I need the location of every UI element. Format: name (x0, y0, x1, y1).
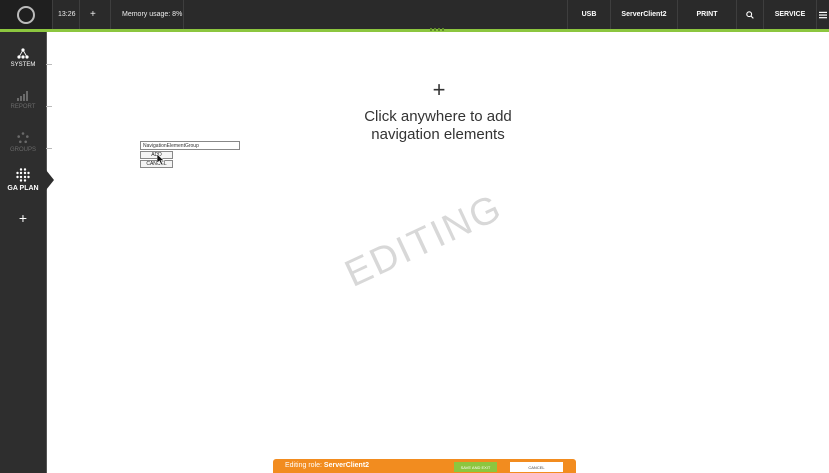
divider (79, 0, 80, 29)
sidebar-item-system[interactable]: SYSTEM (0, 38, 46, 78)
sidebar-item-groups[interactable]: GROUPS (0, 122, 46, 162)
divider (110, 0, 111, 29)
clock-time: 13:26 (58, 11, 76, 18)
logo-button[interactable] (0, 0, 52, 29)
sidebar-tick (46, 148, 52, 149)
divider (52, 0, 53, 29)
logo-icon (17, 5, 35, 24)
add-hint-plus-icon: + (432, 77, 446, 102)
editing-watermark: EDITING (338, 186, 509, 296)
dots-ring-icon (17, 131, 29, 143)
divider (183, 0, 184, 29)
editing-role-text: Editing role: ServerClient2 (285, 459, 369, 473)
menu-button[interactable] (817, 0, 829, 29)
drag-handle[interactable] (430, 28, 444, 31)
print-button[interactable]: PRINT (678, 0, 736, 29)
search-icon (745, 10, 754, 19)
sidebar-item-label: REPORT (10, 103, 36, 110)
editing-role-prefix: Editing role: (285, 462, 322, 469)
memory-usage: Memory usage: 8% (122, 11, 183, 18)
network-icon (17, 48, 29, 59)
service-button[interactable]: SERVICE (764, 0, 816, 29)
signal-bars-icon (17, 90, 28, 101)
usb-button[interactable]: USB (568, 0, 610, 29)
top-bar: 13:26 + Memory usage: 8% USB ServerClien… (0, 0, 829, 32)
cancel-editing-button[interactable]: CANCEL (510, 462, 563, 472)
sidebar-tick (46, 64, 52, 65)
add-tab-button[interactable]: + (90, 0, 96, 29)
editing-role-name: ServerClient2 (323, 462, 370, 469)
sidebar-item-ga-plan[interactable]: GA PLAN (0, 160, 54, 200)
element-name-input[interactable] (140, 141, 240, 150)
save-and-exit-button[interactable]: SAVE AND EXIT (454, 462, 497, 472)
sidebar-tick (46, 106, 52, 107)
sidebar-item-label: GROUPS (9, 146, 36, 153)
sidebar-item-report[interactable]: REPORT (0, 80, 46, 120)
add-hint-text: Click anywhere to add navigation element… (364, 108, 512, 143)
server-client-button[interactable]: ServerClient2 (611, 0, 677, 29)
dot-grid-icon (16, 168, 30, 182)
sidebar: SYSTEM REPORT GROUPS GA PLAN + (0, 32, 54, 473)
hamburger-icon (819, 11, 827, 18)
sidebar-item-label: GA PLAN (7, 185, 39, 192)
mouse-pointer-icon (157, 154, 165, 165)
sidebar-add-button[interactable]: + (0, 210, 46, 226)
editing-role-bar: Editing role: ServerClient2 SAVE AND EXI… (273, 459, 576, 473)
sidebar-item-label: SYSTEM (10, 62, 36, 68)
search-button[interactable] (737, 0, 762, 29)
